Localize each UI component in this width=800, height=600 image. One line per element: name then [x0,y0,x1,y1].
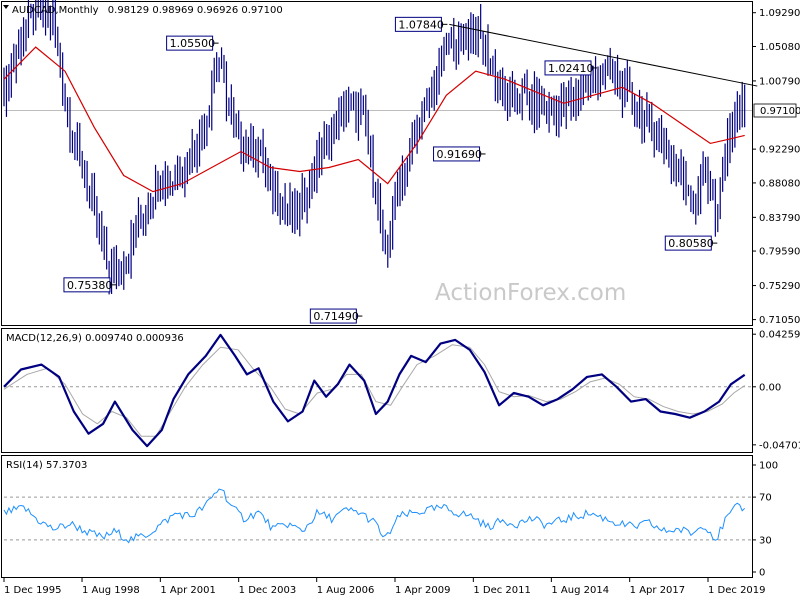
x-tick-label: 1 Aug 1998 [82,585,140,596]
x-tick-label: 1 Apr 2001 [160,585,215,596]
x-tick-label: 1 Dec 1995 [4,585,62,596]
price-bars [3,0,746,295]
svg-text:0.97100: 0.97100 [760,106,800,117]
price-y-tick-label: 1.05080 [759,42,800,53]
rsi-y-tick-label: 70 [759,493,772,504]
rsi-lines [3,488,746,544]
watermark: ActionForex.com [435,280,626,306]
macd-y-tick-label: 0.00 [759,382,781,393]
price-y-tick-label: 0.71050 [759,315,800,326]
macd-line [3,333,746,448]
ohlc-values: 0.98129 0.98969 0.96926 0.97100 [108,5,283,16]
price-y-tick-label: 1.09290 [759,8,800,19]
macd-panel-frame [1,328,753,453]
symbol-label: AUDCAD,Monthly [12,5,99,16]
x-tick-label: 1 Dec 2011 [473,585,531,596]
rsi-grid [4,496,752,541]
rsi-panel-frame [1,455,753,578]
moving-average-line [3,46,745,193]
x-tick-label: 1 Dec 2003 [239,585,297,596]
rsi-title: RSI(14) 57.3703 [6,460,87,471]
rsi-y-tick-label: 100 [759,461,778,472]
rsi-y-tick-label: 30 [759,535,772,546]
macd-signal-line [3,344,745,437]
price-y-tick-label: 0.79590 [759,247,800,258]
price-annotations: 1.05500 1.07840 1.02410 0.75380 0.91690 0.714… [63,16,718,324]
price-y-tick-label: 0.88080 [759,178,800,189]
chart-canvas: ActionForex.com 1.05500 1.07840 1.02410 0.7… [1,0,800,596]
rsi-y-tick-label: 0 [759,568,765,579]
macd-y-tick-label: -0.047016 [759,440,800,451]
macd-y-axis: 0.042599 0.00 -0.047016 [752,330,800,451]
moving-average [3,46,745,193]
x-axis: 1 Dec 1995 1 Aug 1998 1 Apr 2001 1 Dec 2003… [3,578,766,596]
price-y-tick-label: 0.83790 [759,213,800,224]
macd-y-tick-label: 0.042599 [759,330,800,341]
price-y-tick-label: 0.75290 [759,281,800,292]
price-y-tick-label: 0.92290 [759,145,800,156]
x-tick-label: 1 Dec 2019 [708,585,766,596]
rsi-line [3,488,746,544]
macd-title: MACD(12,26,9) 0.009740 0.000936 [6,333,184,344]
price-y-axis: 1.09290 1.05080 1.00790 0.92290 0.88080 0.837… [752,8,800,326]
dropdown-arrow-icon[interactable] [3,5,9,9]
annotation-label: 0.91690 [437,148,483,161]
price-y-tick-label: 1.00790 [759,76,800,87]
annotation-label: 0.80580 [668,237,714,250]
x-tick-label: 1 Aug 2014 [551,585,609,596]
x-tick-label: 1 Aug 2006 [317,585,375,596]
annotation-label: 0.71490 [313,310,359,323]
macd-lines [3,333,746,448]
annotation-label: 1.07840 [398,18,444,31]
current-price-marker: 0.97100 [753,103,800,118]
symbol-header: AUDCAD,Monthly 0.98129 0.98969 0.96926 0… [12,5,283,16]
annotation-label: 0.75380 [67,279,113,292]
annotation-label: 1.02410 [548,62,594,75]
x-tick-label: 1 Apr 2009 [395,585,450,596]
annotation-label: 1.05500 [170,37,216,50]
rsi-y-axis: 100 70 30 0 [752,461,778,579]
x-tick-label: 1 Apr 2017 [630,585,685,596]
